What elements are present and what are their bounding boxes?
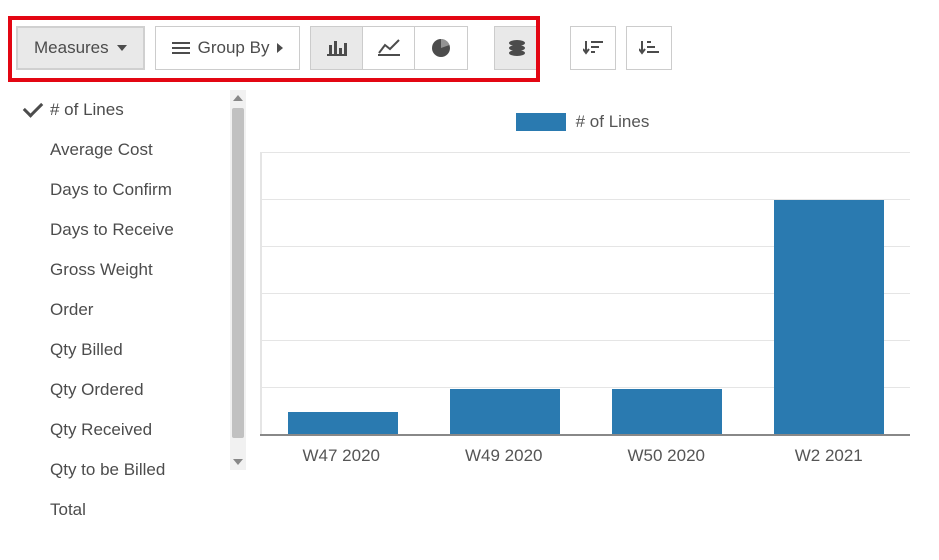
measures-option[interactable]: Qty Ordered	[16, 370, 226, 410]
dropdown-scrollbar[interactable]	[230, 90, 246, 470]
list-icon	[172, 41, 190, 55]
bar[interactable]	[774, 200, 884, 436]
bar-chart-button[interactable]	[311, 27, 363, 69]
bar-slot	[288, 153, 398, 436]
bar-slot	[450, 153, 560, 436]
measures-option[interactable]: # of Lines	[16, 90, 226, 130]
bar[interactable]	[288, 412, 398, 436]
bar[interactable]	[612, 389, 722, 436]
measures-label: Measures	[34, 38, 109, 58]
chart-area: # of Lines W47 2020 W49 2020 W50 2020 W2 20…	[240, 100, 925, 540]
scroll-down-arrow[interactable]	[230, 454, 246, 470]
sort-desc-icon	[583, 39, 603, 57]
measures-option[interactable]: Gross Weight	[16, 250, 226, 290]
sort-asc-icon	[639, 39, 659, 57]
measures-option[interactable]: Qty Billed	[16, 330, 226, 370]
sort-asc-button[interactable]	[626, 26, 672, 70]
caret-right-icon	[277, 43, 283, 53]
legend-label: # of Lines	[576, 112, 650, 132]
x-axis-tick: W47 2020	[271, 446, 411, 466]
groupby-label: Group By	[198, 38, 270, 58]
group-by-dropdown-button[interactable]: Group By	[155, 26, 301, 70]
measures-option[interactable]: Days to Receive	[16, 210, 226, 250]
scroll-up-arrow[interactable]	[230, 90, 246, 106]
pie-chart-icon	[431, 38, 451, 58]
chart-plot	[260, 152, 910, 436]
line-chart-icon	[378, 39, 400, 57]
measures-dropdown-button[interactable]: Measures	[16, 26, 145, 70]
scroll-thumb[interactable]	[232, 108, 244, 438]
chart-toolbar: Measures Group By	[16, 26, 672, 70]
bar-slot	[612, 153, 722, 436]
measures-option[interactable]: Days to Confirm	[16, 170, 226, 210]
bar[interactable]	[450, 389, 560, 436]
measures-option[interactable]: Total	[16, 490, 226, 530]
bar-slot	[774, 153, 884, 436]
stacked-toggle-button[interactable]	[494, 26, 540, 70]
line-chart-button[interactable]	[363, 27, 415, 69]
chart-type-group	[310, 26, 468, 70]
x-axis-tick: W49 2020	[434, 446, 574, 466]
measures-option[interactable]: Qty to be Billed	[16, 450, 226, 490]
chart-x-axis: W47 2020 W49 2020 W50 2020 W2 2021	[260, 446, 910, 466]
bar-chart-icon	[327, 39, 347, 57]
measures-option[interactable]: Qty Received	[16, 410, 226, 450]
pie-chart-button[interactable]	[415, 27, 467, 69]
stack-icon	[507, 39, 527, 57]
measures-option[interactable]: Average Cost	[16, 130, 226, 170]
x-axis-tick: W2 2021	[759, 446, 899, 466]
caret-down-icon	[117, 45, 127, 51]
x-axis-tick: W50 2020	[596, 446, 736, 466]
legend-swatch	[516, 113, 566, 131]
measures-dropdown-menu: # of LinesAverage CostDays to ConfirmDay…	[16, 90, 246, 560]
measures-option[interactable]: Order	[16, 290, 226, 330]
sort-desc-button[interactable]	[570, 26, 616, 70]
chart-legend: # of Lines	[240, 112, 925, 132]
